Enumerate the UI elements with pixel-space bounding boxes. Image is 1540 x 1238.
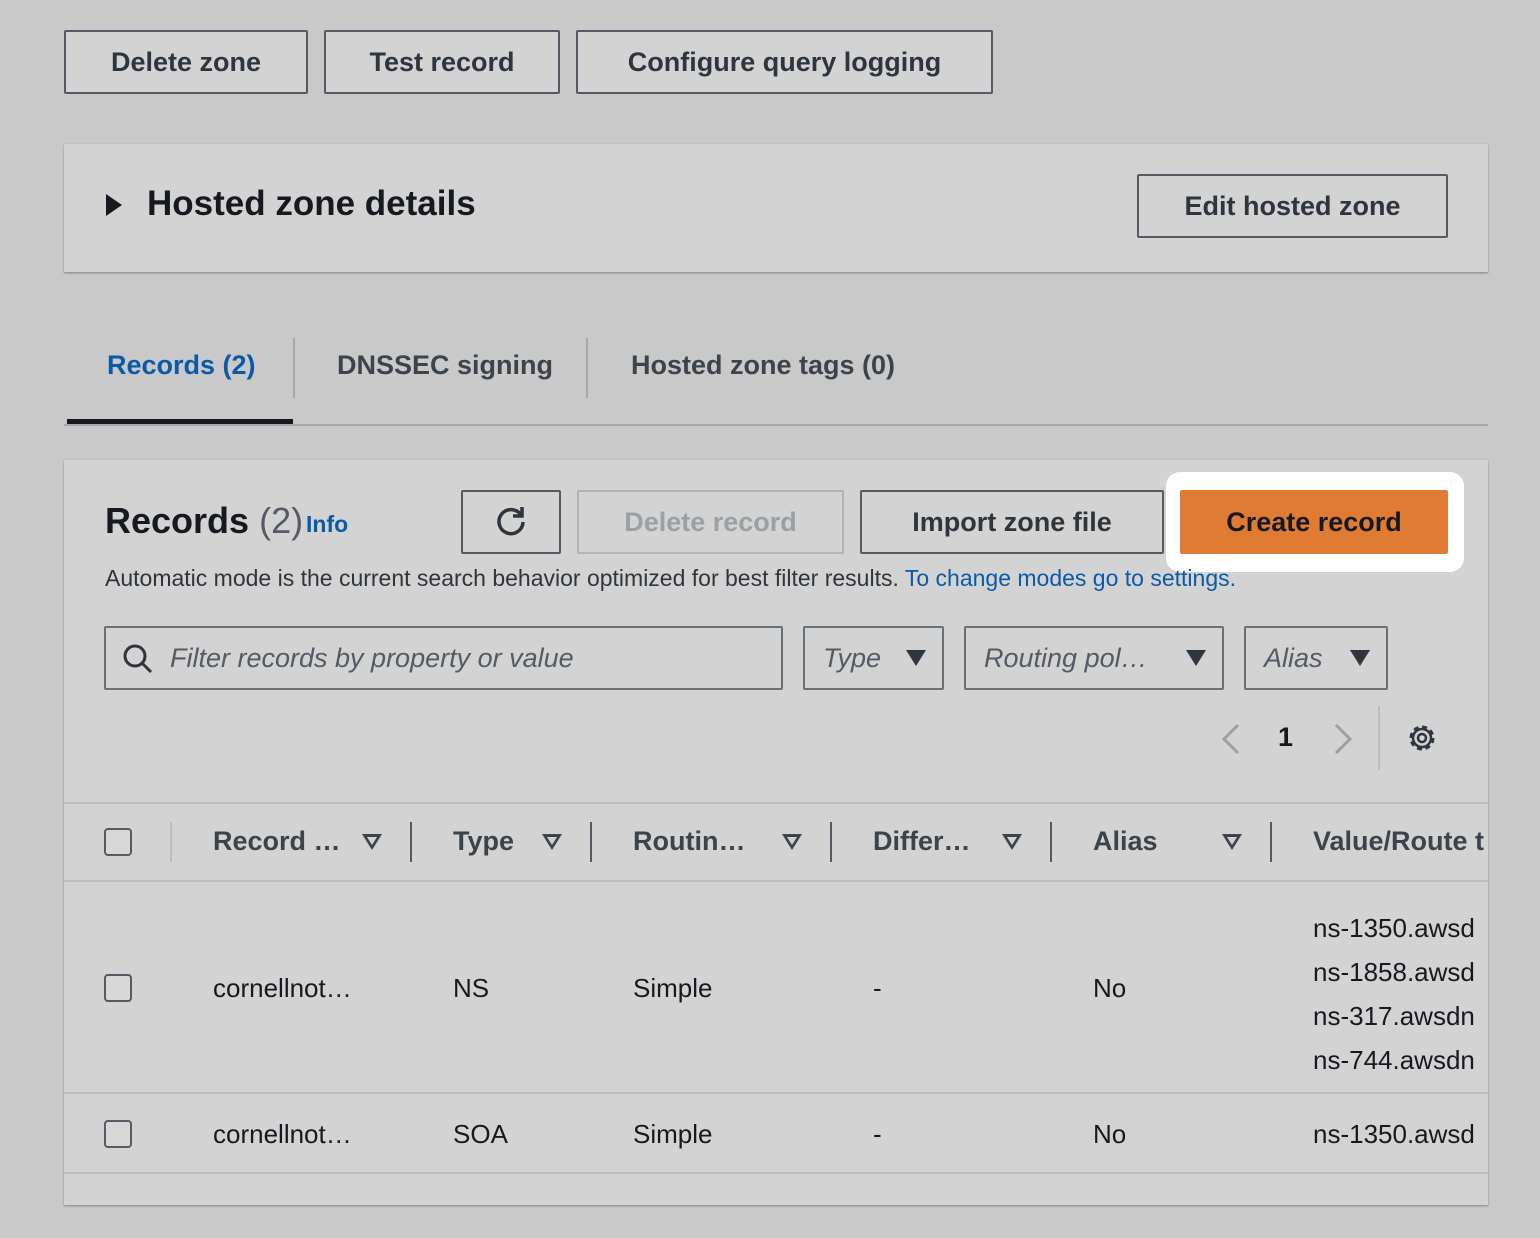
records-count: (2) xyxy=(259,500,304,541)
record-values: ns-1350.awsd ns-1858.awsd ns-317.awsdn n… xyxy=(1313,906,1488,1082)
expand-caret-icon[interactable] xyxy=(106,194,122,216)
differentiator: - xyxy=(873,1119,882,1149)
row-divider xyxy=(64,1172,1488,1174)
caret-down-icon xyxy=(1186,650,1206,666)
alias-filter-label: Alias xyxy=(1264,642,1323,673)
sort-icon[interactable] xyxy=(1222,834,1242,850)
search-mode-description: Automatic mode is the current search beh… xyxy=(105,565,1236,592)
caret-down-icon xyxy=(1350,650,1370,666)
routing-filter-label: Routing pol… xyxy=(984,642,1148,673)
alias-filter-select[interactable]: Alias xyxy=(1244,626,1388,690)
refresh-button[interactable] xyxy=(461,490,561,554)
refresh-icon xyxy=(497,507,525,536)
records-heading: Records (2) xyxy=(105,500,303,542)
type-filter-select[interactable]: Type xyxy=(803,626,944,690)
current-page-number[interactable]: 1 xyxy=(1278,722,1293,753)
tab-divider xyxy=(293,338,295,398)
routing-policy: Simple xyxy=(633,973,713,1003)
column-header-value[interactable]: Value/Route t xyxy=(1313,826,1488,857)
column-header-alias[interactable]: Alias xyxy=(1093,826,1158,857)
tab-hosted-zone-tags[interactable]: Hosted zone tags (0) xyxy=(631,350,895,381)
import-zone-file-button[interactable]: Import zone file xyxy=(860,490,1164,554)
search-placeholder: Filter records by property or value xyxy=(170,642,574,673)
column-header-differentiator[interactable]: Differ… xyxy=(873,826,971,857)
sort-icon[interactable] xyxy=(362,834,382,850)
pagination-divider xyxy=(1378,706,1380,770)
caret-down-icon xyxy=(906,650,926,666)
column-divider[interactable] xyxy=(1270,822,1272,862)
tab-records[interactable]: Records (2) xyxy=(107,350,256,381)
row-divider xyxy=(64,1092,1488,1094)
records-title: Records xyxy=(105,500,250,541)
column-divider[interactable] xyxy=(1050,822,1052,862)
column-header-type[interactable]: Type xyxy=(453,826,514,857)
record-type: NS xyxy=(453,973,490,1003)
record-name[interactable]: cornellnot… xyxy=(213,1119,352,1150)
previous-page-icon[interactable] xyxy=(1218,722,1244,756)
test-record-button[interactable]: Test record xyxy=(324,30,560,94)
select-all-checkbox[interactable] xyxy=(104,828,132,856)
delete-zone-button[interactable]: Delete zone xyxy=(64,30,308,94)
record-values: ns-1350.awsd xyxy=(1313,1119,1488,1150)
record-type: SOA xyxy=(453,1119,508,1149)
tab-dnssec-signing[interactable]: DNSSEC signing xyxy=(337,350,553,381)
description-text: Automatic mode is the current search beh… xyxy=(105,565,899,591)
alias-value: No xyxy=(1093,1119,1127,1149)
value-line: ns-744.awsdn xyxy=(1313,1045,1475,1075)
configure-query-logging-button[interactable]: Configure query logging xyxy=(576,30,993,94)
gear-icon[interactable] xyxy=(1404,720,1440,756)
column-divider[interactable] xyxy=(590,822,592,862)
column-header-routing[interactable]: Routin… xyxy=(633,826,745,857)
column-divider[interactable] xyxy=(410,822,412,862)
row-checkbox[interactable] xyxy=(104,1120,132,1148)
sort-icon[interactable] xyxy=(782,834,802,850)
row-checkbox[interactable] xyxy=(104,974,132,1002)
edit-hosted-zone-button[interactable]: Edit hosted zone xyxy=(1137,174,1448,238)
value-line: ns-1350.awsd xyxy=(1313,913,1475,943)
value-line: ns-1350.awsd xyxy=(1313,1119,1475,1149)
value-line: ns-317.awsdn xyxy=(1313,1001,1475,1031)
tab-divider xyxy=(586,338,588,398)
record-name[interactable]: cornellnot… xyxy=(213,973,352,1004)
create-record-button[interactable]: Create record xyxy=(1180,490,1448,554)
alias-value: No xyxy=(1093,973,1127,1003)
info-link[interactable]: Info xyxy=(306,511,348,538)
search-icon xyxy=(123,644,153,674)
sort-icon[interactable] xyxy=(542,834,562,850)
value-line: ns-1858.awsd xyxy=(1313,957,1475,987)
tabs-baseline xyxy=(64,424,1488,426)
settings-link[interactable]: To change modes go to settings. xyxy=(905,565,1236,591)
details-title[interactable]: Hosted zone details xyxy=(147,184,476,224)
next-page-icon[interactable] xyxy=(1330,722,1356,756)
header-divider xyxy=(64,880,1488,882)
column-divider[interactable] xyxy=(830,822,832,862)
sort-icon[interactable] xyxy=(1002,834,1022,850)
hosted-zone-details-panel: Hosted zone details Edit hosted zone xyxy=(64,144,1488,272)
column-divider xyxy=(170,822,172,862)
search-input[interactable]: Filter records by property or value xyxy=(104,626,783,690)
table-top-border xyxy=(64,802,1488,804)
routing-policy-filter-select[interactable]: Routing pol… xyxy=(964,626,1224,690)
delete-record-button[interactable]: Delete record xyxy=(577,490,844,554)
column-header-record-name[interactable]: Record … xyxy=(213,826,341,857)
routing-policy: Simple xyxy=(633,1119,713,1149)
type-filter-label: Type xyxy=(823,642,882,673)
differentiator: - xyxy=(873,973,882,1003)
